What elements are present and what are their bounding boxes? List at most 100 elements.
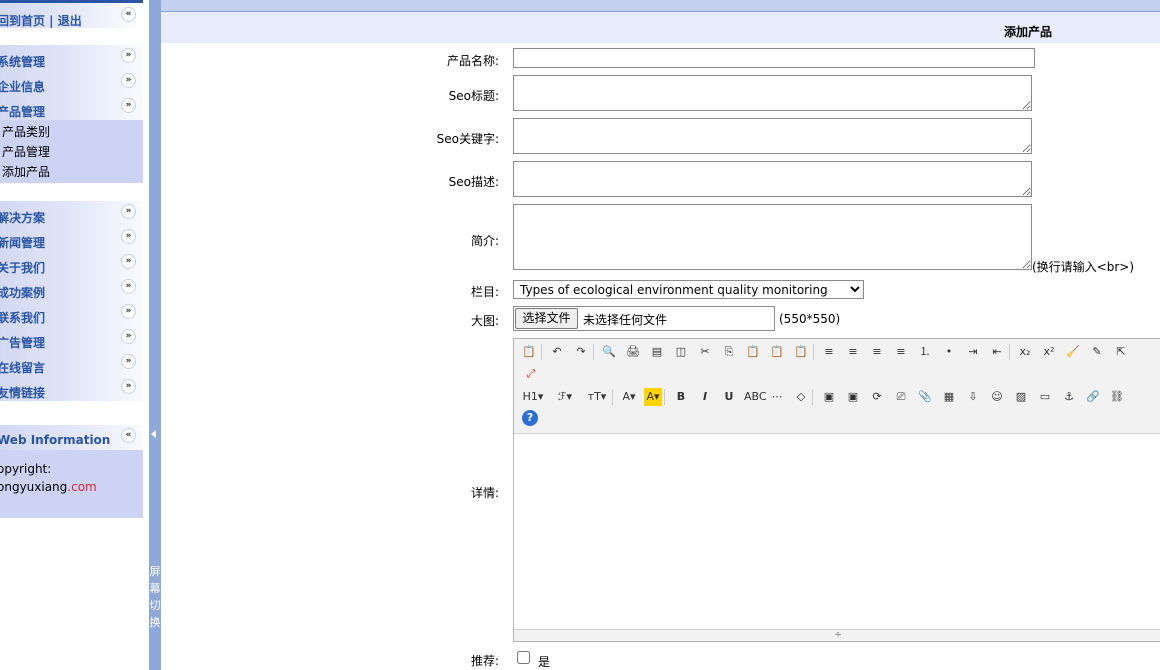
paste-text-icon[interactable]: 📋 xyxy=(792,343,810,361)
redo-icon[interactable]: ↷ xyxy=(572,343,590,361)
fullscreen-icon[interactable]: ⤢ xyxy=(522,365,540,383)
font-size-icon[interactable]: тT▾ xyxy=(584,388,610,406)
sidebar-item-products[interactable]: 产品管理 » xyxy=(0,95,143,120)
highlight-icon[interactable]: A▾ xyxy=(644,388,662,406)
insert-row-icon[interactable]: ⇩ xyxy=(964,388,982,406)
editor-toolbar: 📋 ↶ ↷ 🔍 🖨 ▤ ◫ ✂ ⎘ 📋 📋 📋 ≡ ≡ ≡ ≡ ⒈ • ⇥ ⇤ x₂ x² 🧹 ✎ ⇱ ⤢ H1▾ ℱ▾ тT▾ A▾ A▾… xyxy=(514,339,1160,434)
ordered-list-icon[interactable]: ⒈ xyxy=(916,343,934,361)
collapse-icon[interactable]: « xyxy=(121,428,136,443)
recommend-checkbox[interactable] xyxy=(517,651,530,664)
screen-toggle-label[interactable]: 屏 幕 切 换 xyxy=(149,563,161,631)
flash-icon[interactable]: ⟳ xyxy=(868,388,886,406)
sidebar-item-about[interactable]: 关于我们 » xyxy=(0,251,143,276)
cut-icon[interactable]: ✂ xyxy=(696,343,714,361)
multi-image-icon[interactable]: ▣ xyxy=(844,388,862,406)
choose-file-button[interactable]: 选择文件 xyxy=(515,308,578,329)
media-icon[interactable]: ⎚ xyxy=(892,388,910,406)
pointer-icon[interactable]: ⇱ xyxy=(1112,343,1130,361)
rich-text-editor[interactable]: 📋 ↶ ↷ 🔍 🖨 ▤ ◫ ✂ ⎘ 📋 📋 📋 ≡ ≡ ≡ ≡ ⒈ • ⇥ ⇤ x₂ x² 🧹 ✎ ⇱ ⤢ H1▾ ℱ▾ тT▾ A▾ A▾… xyxy=(513,338,1160,642)
unlink-icon[interactable]: ⛓ xyxy=(1108,388,1126,406)
font-color-icon[interactable]: A▾ xyxy=(620,388,638,406)
clear-format-icon[interactable]: 🧹 xyxy=(1064,343,1082,361)
anchor-icon[interactable]: ⚓ xyxy=(1060,388,1078,406)
indent-icon[interactable]: ⇥ xyxy=(964,343,982,361)
superscript-icon[interactable]: x² xyxy=(1040,343,1058,361)
outdent-icon[interactable]: ⇤ xyxy=(988,343,1006,361)
heading-icon[interactable]: H1▾ xyxy=(520,388,546,406)
unordered-list-icon[interactable]: • xyxy=(940,343,958,361)
expand-icon[interactable]: » xyxy=(121,204,136,219)
paste-icon[interactable]: 📋 xyxy=(744,343,762,361)
sidebar-item-links[interactable]: 友情链接 » xyxy=(0,376,143,401)
expand-icon[interactable]: » xyxy=(121,48,136,63)
file-status-text: 未选择任何文件 xyxy=(583,313,668,327)
seo-desc-textarea[interactable] xyxy=(513,161,1032,197)
toolbar-separator xyxy=(813,344,814,360)
sidebar-item-cases[interactable]: 成功案例 » xyxy=(0,276,143,301)
sidebar-item-solutions[interactable]: 解决方案 » xyxy=(0,201,143,226)
link-icon[interactable]: 🔗 xyxy=(1084,388,1102,406)
sidebar-item-messages[interactable]: 在线留言 » xyxy=(0,351,143,376)
align-center-icon[interactable]: ≡ xyxy=(844,343,862,361)
screen-toggle-bar[interactable]: 屏 幕 切 换 xyxy=(149,0,161,670)
paste-word-icon[interactable]: 📋 xyxy=(768,343,786,361)
eraser-icon[interactable]: ◇ xyxy=(792,388,810,406)
sidebar-item-contact[interactable]: 联系我们 » xyxy=(0,301,143,326)
product-name-input[interactable] xyxy=(513,48,1035,68)
toolbar-separator xyxy=(593,344,594,360)
sidebar-item-system[interactable]: 系统管理 » xyxy=(0,45,143,70)
preview-icon[interactable]: 🔍 xyxy=(600,343,618,361)
home-logout-link[interactable]: 回到首页 | 退出 xyxy=(0,12,82,29)
expand-icon[interactable]: » xyxy=(121,279,136,294)
collapse-icon[interactable]: « xyxy=(121,7,136,22)
sidebar-item-ads[interactable]: 广告管理 » xyxy=(0,326,143,351)
sidebar-item-news[interactable]: 新闻管理 » xyxy=(0,226,143,251)
bold-icon[interactable]: B xyxy=(672,388,690,406)
seo-keywords-textarea[interactable] xyxy=(513,118,1032,154)
italic-icon[interactable]: I xyxy=(696,388,714,406)
editor-resize-handle[interactable]: ÷ xyxy=(514,629,1160,641)
image-icon[interactable]: ▣ xyxy=(820,388,838,406)
seo-title-textarea[interactable] xyxy=(513,75,1032,111)
expand-icon[interactable]: » xyxy=(121,329,136,344)
image-file-input[interactable]: 选择文件 未选择任何文件 xyxy=(513,306,775,331)
picture-icon[interactable]: ▨ xyxy=(1012,388,1030,406)
sidebar-item-company[interactable]: 企业信息 » xyxy=(0,70,143,95)
print-icon[interactable]: 🖨 xyxy=(624,343,642,361)
font-family-icon[interactable]: ℱ▾ xyxy=(552,388,578,406)
expand-icon[interactable]: » xyxy=(121,379,136,394)
paste-plain-icon[interactable]: ◫ xyxy=(672,343,690,361)
pagebreak-icon[interactable]: ▭ xyxy=(1036,388,1054,406)
align-left-icon[interactable]: ≡ xyxy=(820,343,838,361)
submenu-item-add-product[interactable]: 添加产品 xyxy=(0,162,143,182)
strikethrough-icon[interactable]: ABC xyxy=(744,388,767,406)
editor-content-area[interactable] xyxy=(514,434,1160,630)
align-right-icon[interactable]: ≡ xyxy=(868,343,886,361)
expand-icon[interactable]: » xyxy=(121,254,136,269)
copy-icon[interactable]: ⎘ xyxy=(720,343,738,361)
expand-icon[interactable]: » xyxy=(121,98,136,113)
hr-icon[interactable]: ⋯ xyxy=(768,388,786,406)
submenu-item-product-manage[interactable]: 产品管理 xyxy=(0,142,143,162)
subscript-icon[interactable]: x₂ xyxy=(1016,343,1034,361)
column-select[interactable]: Types of ecological environment quality … xyxy=(513,280,864,299)
justify-icon[interactable]: ≡ xyxy=(892,343,910,361)
sidebar-item-label: 广告管理 xyxy=(0,336,46,350)
template-icon[interactable]: ▤ xyxy=(648,343,666,361)
details-label: 详情: xyxy=(470,486,499,500)
expand-icon[interactable]: » xyxy=(121,304,136,319)
underline-icon[interactable]: U xyxy=(720,388,738,406)
expand-icon[interactable]: » xyxy=(121,73,136,88)
expand-icon[interactable]: » xyxy=(121,354,136,369)
collapse-arrow-icon[interactable] xyxy=(151,430,156,438)
undo-icon[interactable]: ↶ xyxy=(548,343,566,361)
expand-icon[interactable]: » xyxy=(121,229,136,244)
source-icon[interactable]: 📋 xyxy=(520,343,538,361)
intro-textarea[interactable] xyxy=(513,204,1032,270)
submenu-item-product-category[interactable]: 产品类别 xyxy=(0,122,143,142)
attachment-icon[interactable]: 📎 xyxy=(916,388,934,406)
emoticon-icon[interactable]: ☺ xyxy=(988,388,1006,406)
select-all-icon[interactable]: ✎ xyxy=(1088,343,1106,361)
table-icon[interactable]: ▦ xyxy=(940,388,958,406)
help-icon[interactable]: ? xyxy=(522,410,538,426)
